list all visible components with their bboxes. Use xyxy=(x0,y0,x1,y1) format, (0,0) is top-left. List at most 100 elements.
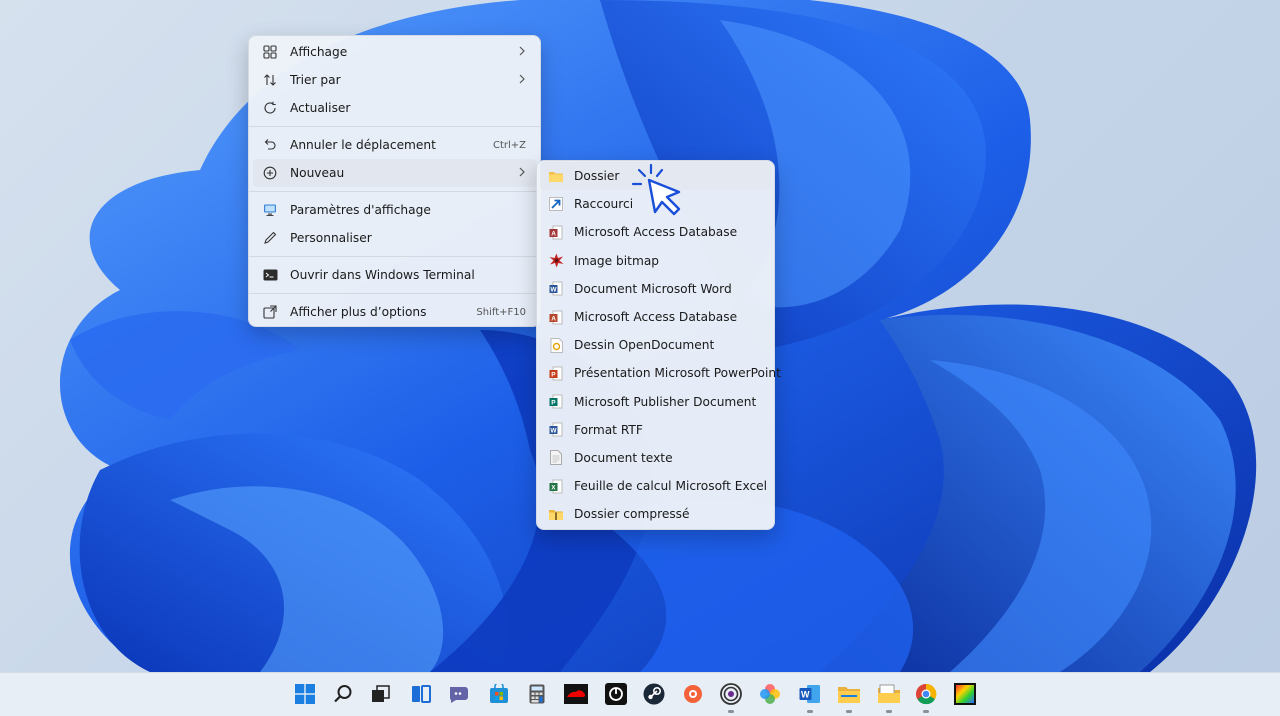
click-cursor-icon xyxy=(631,164,681,216)
menu-separator xyxy=(249,293,540,294)
chevron-right-icon xyxy=(518,166,526,180)
folder-app-icon[interactable] xyxy=(876,681,902,713)
menu-item-nouveau[interactable]: Nouveau xyxy=(253,159,536,187)
menu-item-parametres-affichage[interactable]: Paramètres d'affichage xyxy=(253,196,536,224)
submenu-item-label: Microsoft Publisher Document xyxy=(574,394,757,409)
svg-text:P: P xyxy=(551,400,556,407)
menu-item-actualiser[interactable]: Actualiser xyxy=(253,94,536,122)
more-options-icon xyxy=(262,304,278,320)
menu-item-plus-options[interactable]: Afficher plus d’options Shift+F10 xyxy=(253,298,536,326)
menu-item-label: Actualiser xyxy=(290,101,351,115)
svg-text:P: P xyxy=(551,371,556,378)
running-indicator xyxy=(886,710,892,713)
color-app-icon[interactable] xyxy=(952,681,978,707)
chrome-icon[interactable] xyxy=(913,681,939,713)
menu-item-trier-par[interactable]: Trier par xyxy=(253,66,536,94)
personalize-pen-icon xyxy=(262,230,278,246)
running-indicator xyxy=(728,710,734,713)
svg-text:A: A xyxy=(551,230,556,237)
shortcut-icon xyxy=(548,196,564,212)
running-indicator xyxy=(807,710,813,713)
sort-icon xyxy=(262,72,278,88)
submenu-item-label: Présentation Microsoft PowerPoint xyxy=(574,366,781,381)
task-view-icon[interactable] xyxy=(368,681,394,707)
chevron-right-icon xyxy=(518,45,526,59)
text-document-icon xyxy=(548,450,564,466)
menu-item-label: Nouveau xyxy=(290,166,345,180)
shortcut-text: Ctrl+Z xyxy=(492,139,526,151)
submenu-item-label: Dessin OpenDocument xyxy=(574,338,715,353)
store-icon[interactable] xyxy=(486,681,512,707)
menu-separator xyxy=(249,126,540,127)
word-icon[interactable]: W xyxy=(797,681,823,713)
publisher-icon: P xyxy=(548,394,564,410)
teams-chat-icon[interactable] xyxy=(446,681,472,707)
display-settings-icon xyxy=(262,202,278,218)
submenu-item-rtf[interactable]: W Format RTF xyxy=(540,416,771,444)
menu-item-personnaliser[interactable]: Personnaliser xyxy=(253,224,536,252)
app-icon[interactable] xyxy=(603,681,629,707)
menu-item-label: Paramètres d'affichage xyxy=(290,203,431,217)
submenu-item-publisher[interactable]: P Microsoft Publisher Document xyxy=(540,388,771,416)
menu-item-label: Trier par xyxy=(290,73,341,87)
submenu-item-excel[interactable]: X Feuille de calcul Microsoft Excel xyxy=(540,472,771,500)
redhat-icon[interactable] xyxy=(563,681,589,707)
submenu-item-label: Microsoft Access Database xyxy=(574,310,738,325)
menu-item-affichage[interactable]: Affichage xyxy=(253,38,536,66)
menu-item-label: Afficher plus d’options xyxy=(290,305,427,319)
submenu-item-label: Image bitmap xyxy=(574,253,660,268)
steam-icon[interactable] xyxy=(641,681,667,707)
folder-icon xyxy=(548,168,564,184)
access-icon: A xyxy=(548,309,564,325)
menu-separator xyxy=(249,191,540,192)
menu-item-windows-terminal[interactable]: Ouvrir dans Windows Terminal xyxy=(253,261,536,289)
desktop[interactable]: Affichage Trier par Actualiser Annuler l… xyxy=(0,0,1280,672)
submenu-item-word[interactable]: W Document Microsoft Word xyxy=(540,275,771,303)
bitmap-icon xyxy=(548,253,564,269)
shortcut-text: Shift+F10 xyxy=(476,306,526,318)
svg-text:W: W xyxy=(801,690,810,700)
context-menu: Affichage Trier par Actualiser Annuler l… xyxy=(248,35,541,327)
app-target-icon[interactable] xyxy=(718,681,744,713)
access-icon: A xyxy=(548,224,564,240)
submenu-item-label: Dossier compressé xyxy=(574,507,690,522)
opendocument-draw-icon xyxy=(548,337,564,353)
start-icon[interactable] xyxy=(292,681,318,707)
running-indicator xyxy=(923,710,929,713)
running-indicator xyxy=(846,710,852,713)
grid-view-icon xyxy=(262,44,278,60)
submenu-item-label: Feuille de calcul Microsoft Excel xyxy=(574,479,768,494)
submenu-item-access-1[interactable]: A Microsoft Access Database xyxy=(540,218,771,246)
submenu-item-powerpoint[interactable]: P Présentation Microsoft PowerPoint xyxy=(540,359,781,387)
submenu-item-opendocument[interactable]: Dessin OpenDocument xyxy=(540,331,771,359)
svg-text:X: X xyxy=(551,484,556,491)
submenu-item-label: Document texte xyxy=(574,450,673,465)
svg-text:A: A xyxy=(551,315,556,322)
new-plus-icon xyxy=(262,165,278,181)
menu-item-label: Annuler le déplacement xyxy=(290,138,436,152)
app-orange-icon[interactable] xyxy=(680,681,706,707)
powerpoint-icon: P xyxy=(548,365,564,381)
chevron-right-icon xyxy=(518,73,526,87)
menu-separator xyxy=(249,256,540,257)
file-explorer-icon[interactable] xyxy=(836,681,862,713)
submenu-item-bitmap[interactable]: Image bitmap xyxy=(540,247,771,275)
submenu-item-label: Document Microsoft Word xyxy=(574,281,732,296)
menu-item-label: Affichage xyxy=(290,45,348,59)
taskbar: W xyxy=(0,672,1280,716)
photos-icon[interactable] xyxy=(757,681,783,707)
submenu-item-label: Format RTF xyxy=(574,422,643,437)
submenu-item-access-2[interactable]: A Microsoft Access Database xyxy=(540,303,771,331)
menu-item-label: Ouvrir dans Windows Terminal xyxy=(290,268,475,282)
zip-folder-icon xyxy=(548,506,564,522)
widgets-icon[interactable] xyxy=(408,681,434,707)
svg-text:W: W xyxy=(550,287,557,294)
menu-item-annuler-deplacement[interactable]: Annuler le déplacement Ctrl+Z xyxy=(253,131,536,159)
submenu-item-dossier-compresse[interactable]: Dossier compressé xyxy=(540,500,771,528)
search-icon[interactable] xyxy=(330,681,356,707)
refresh-icon xyxy=(262,100,278,116)
submenu-item-label: Microsoft Access Database xyxy=(574,225,738,240)
calculator-icon[interactable] xyxy=(524,681,550,707)
menu-item-label: Personnaliser xyxy=(290,231,372,245)
submenu-item-texte[interactable]: Document texte xyxy=(540,444,771,472)
